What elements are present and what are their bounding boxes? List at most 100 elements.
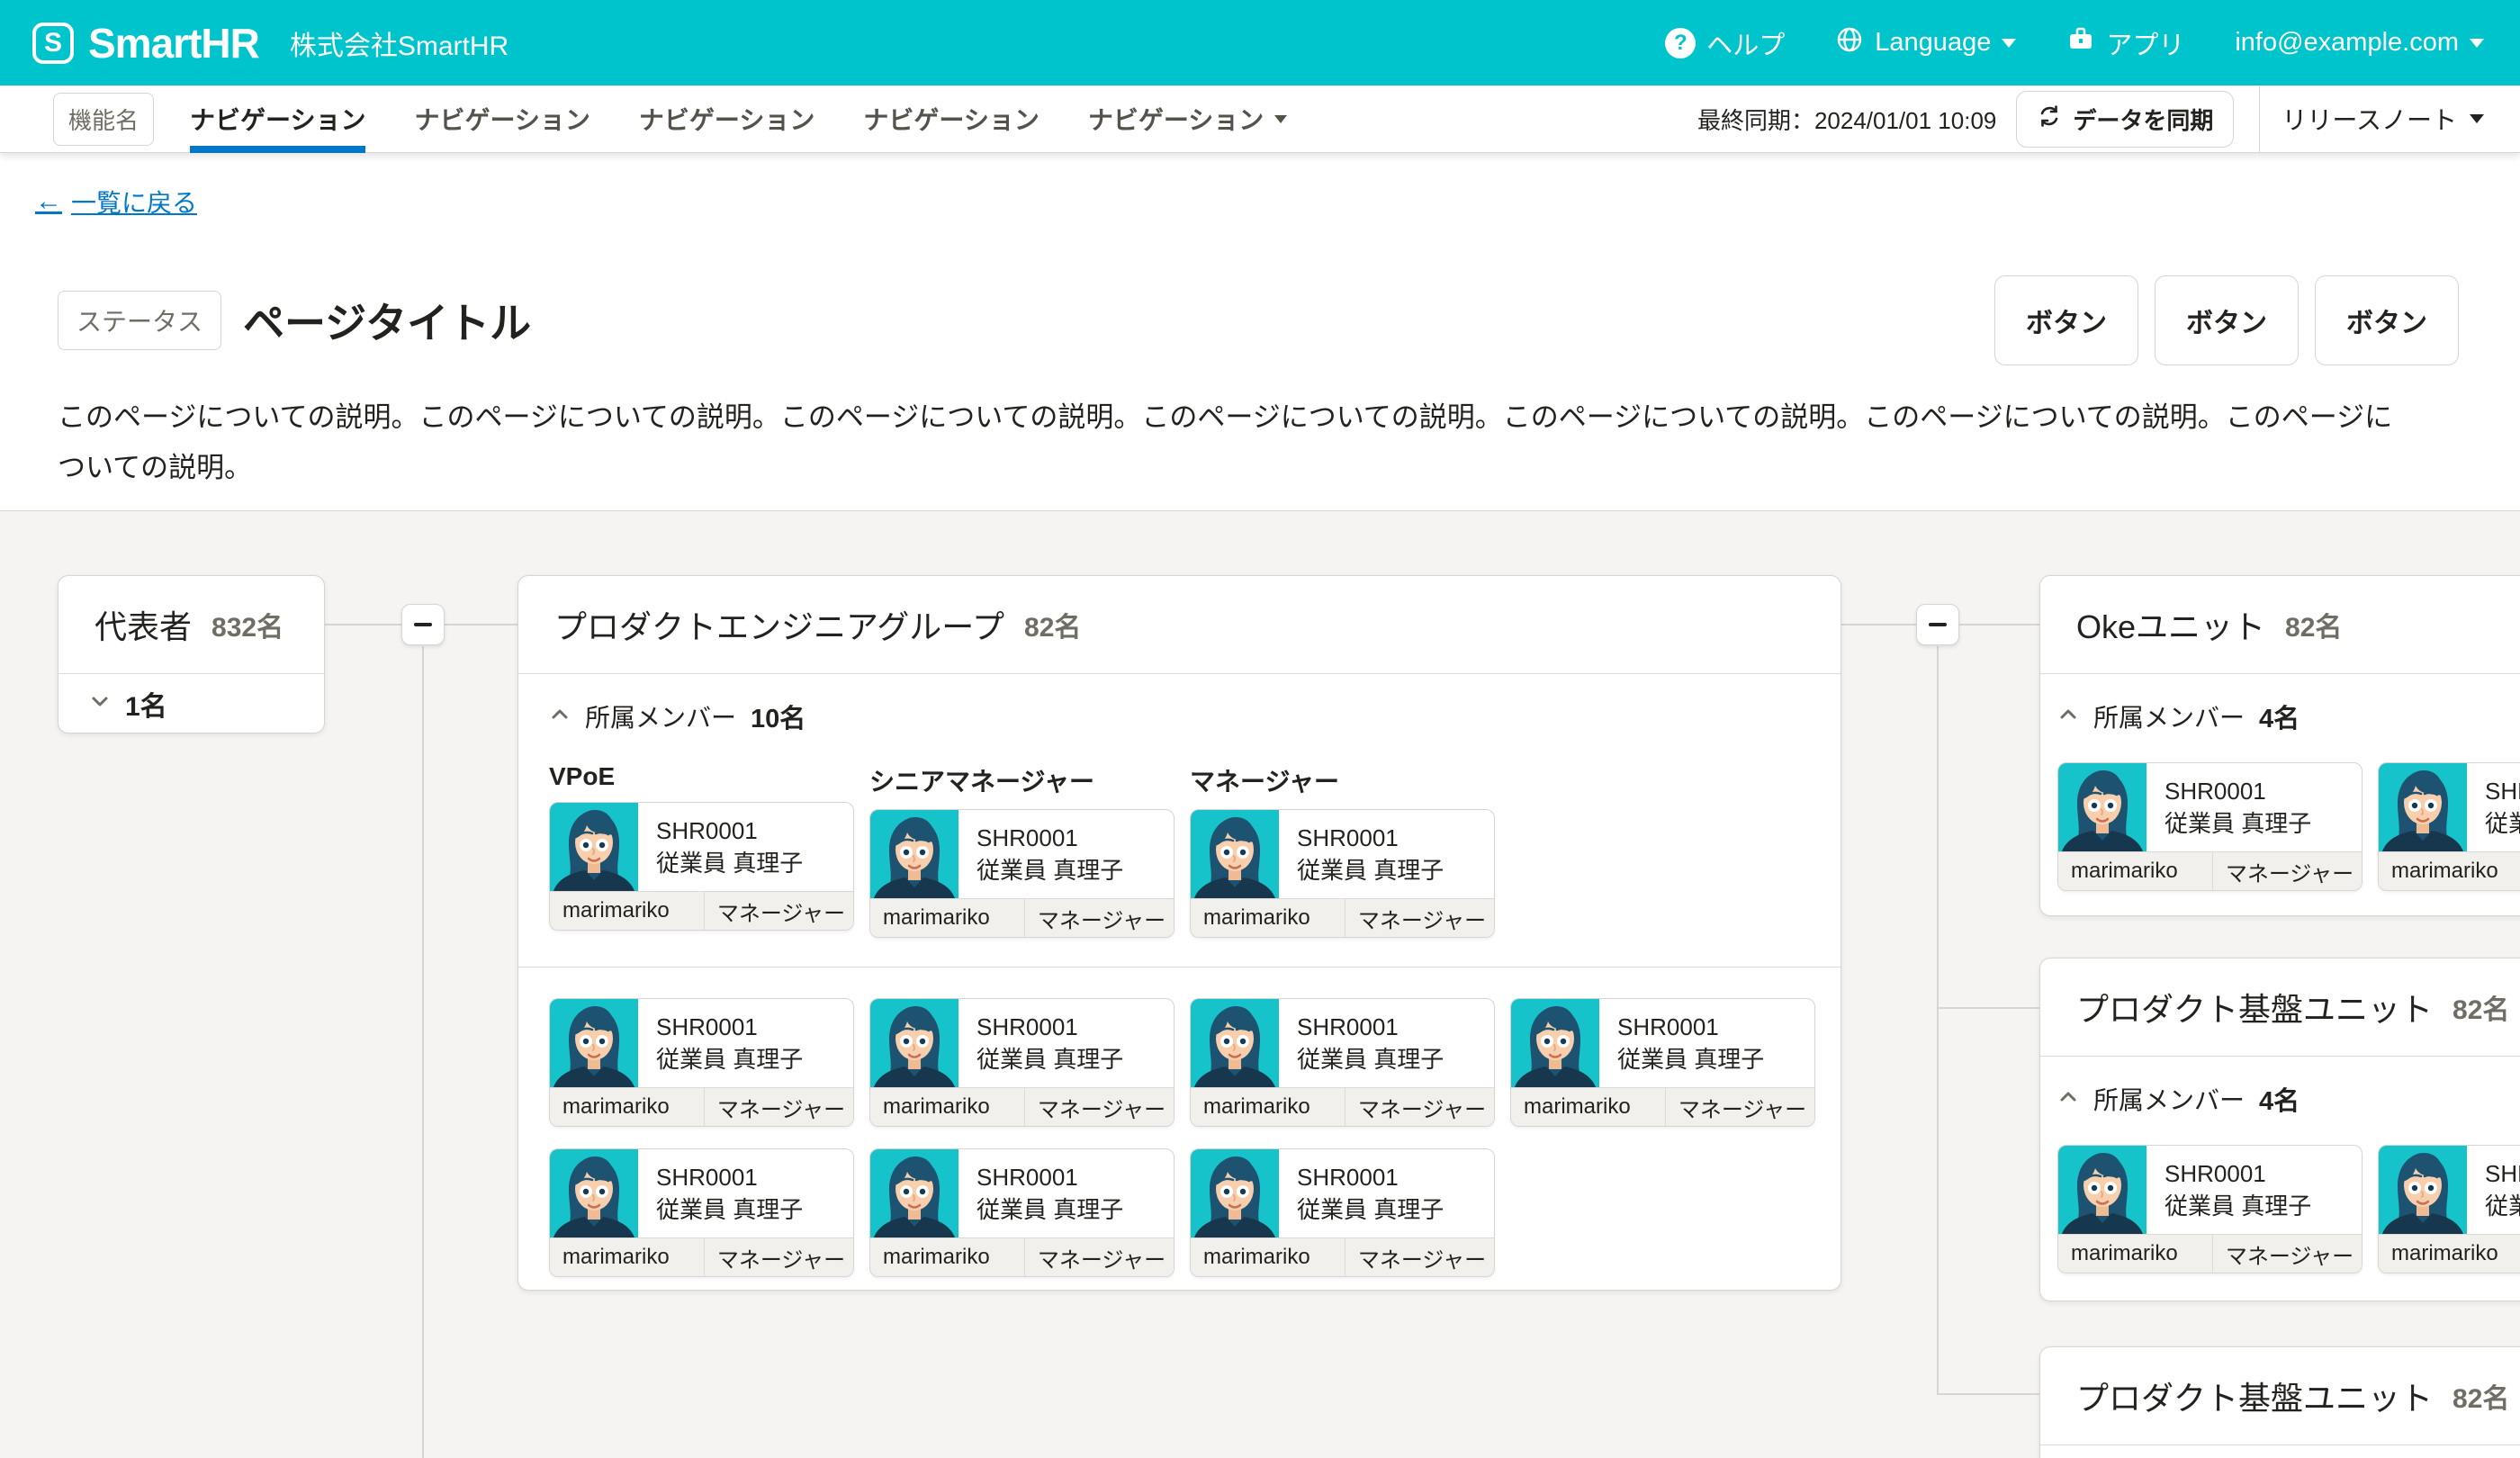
action-button-3[interactable]: ボタン [2315,275,2459,365]
tab-navigation-4[interactable]: ナビゲーション [863,86,1039,153]
employee-id: SHR0001 [1617,1011,1764,1043]
role-member: SHR0001 従業員 真理子 marimariko マネージャー [869,809,1174,938]
employee-card[interactable]: SHR0001 従業員 真理子 marimariko マネージャー [869,1148,1174,1277]
language-label: Language [1875,28,1991,58]
org-node-count: 82名 [1024,605,1081,644]
employee-avatar [1511,999,1599,1087]
minus-icon [414,623,432,626]
employee-card[interactable]: SHR0001 従業員 真理子 marimariko マネージャー [2057,1145,2362,1274]
chevron-up-icon [2057,1086,2079,1112]
role-label: マネージャー [1190,762,1495,798]
action-button-1[interactable]: ボタン [1994,275,2138,365]
employee-username: marimariko [2379,852,2520,890]
members-count: 10名 [751,698,806,735]
role-label: VPoE [549,762,854,791]
employee-role: マネージャー [1025,899,1174,937]
employee-role: マネージャー [1346,899,1494,937]
employee-card[interactable]: SHR0001 従業員 真理子 marimariko マネージャー [2378,762,2520,891]
employee-card[interactable]: SHR0001 従業員 真理子 marimariko マネージャー [1190,809,1495,938]
apps-label: アプリ [2106,24,2184,62]
app-navigation-bar: 機能名 ナビゲーション ナビゲーション ナビゲーション ナビゲーション ナビゲー… [0,86,2520,153]
tab-navigation-3[interactable]: ナビゲーション [639,86,814,153]
tab-label: ナビゲーション [190,101,365,137]
employee-card[interactable]: SHR0001 従業員 真理子 marimariko マネージャー [1190,998,1495,1127]
members-label: 所属メンバー [585,698,736,734]
release-notes-dropdown[interactable]: リリースノート [2260,101,2520,137]
employee-role: マネージャー [1025,1088,1174,1126]
org-node-header: プロダクトエンジニアグループ 82名 [518,576,1840,673]
apps-icon [2066,25,2095,61]
org-node-count: 82名 [2452,987,2509,1027]
org-node-title: Okeユニット [2076,601,2265,648]
members-row: SHR0001 従業員 真理子 marimariko マネージャー [549,998,1810,1127]
members-toggle[interactable]: 所属メンバー 10名 [549,698,1810,735]
language-menu-item[interactable]: Language [1835,25,2016,61]
org-node-unit-2[interactable]: プロダクト基盤ユニット 82名 所属メンバー 4名 [2039,958,2520,1301]
employee-card[interactable]: SHR0001 従業員 真理子 marimariko マネージャー [2057,762,2362,891]
employee-avatar [550,1149,638,1238]
connector-line [1841,624,1916,626]
nav-right-section: 最終同期：2024/01/01 10:09 データを同期 リリースノート [1697,86,2520,152]
smarthr-logo[interactable]: S SmartHR [32,19,259,68]
employee-username: marimariko [2379,1235,2520,1273]
tab-navigation-5[interactable]: ナビゲーション [1088,86,1287,153]
employee-info: SHR0001 従業員 真理子 [638,1149,803,1238]
collapse-branch-button[interactable] [1916,604,1959,645]
sync-data-button[interactable]: データを同期 [2016,91,2234,148]
employee-role: マネージャー [1346,1088,1494,1126]
members-toggle[interactable]: 所属メンバー 4名 [2057,1080,2520,1118]
org-node-unit-3[interactable]: プロダクト基盤ユニット 82名 [2039,1346,2520,1458]
sync-data-button-label: データを同期 [2073,103,2213,136]
account-menu-item[interactable]: info@example.com [2235,28,2484,58]
org-chart-canvas: 代表者 832名 1名 プロダクトエンジニアグループ 82名 [0,511,2520,1458]
employee-card[interactable]: SHR0001 従業員 真理子 marimariko マネージャー [2378,1145,2520,1274]
employee-name: 従業員 真理子 [1297,1193,1444,1226]
action-button-2[interactable]: ボタン [2155,275,2299,365]
members-toggle[interactable]: 所属メンバー 4名 [2057,698,2520,735]
employee-card[interactable]: SHR0001 従業員 真理子 marimariko マネージャー [549,1148,854,1277]
root-members-toggle[interactable]: 1名 [58,674,324,733]
employee-card[interactable]: SHR0001 従業員 真理子 marimariko マネージャー [869,998,1174,1127]
employee-card[interactable]: SHR0001 従業員 真理子 marimariko マネージャー [549,802,854,931]
help-menu-item[interactable]: ? ヘルプ [1665,24,1785,62]
help-icon: ? [1665,28,1696,58]
employee-card[interactable]: SHR0001 従業員 真理子 marimariko マネージャー [1510,998,1815,1127]
org-node-header: プロダクト基盤ユニット 82名 [2040,1347,2520,1444]
role-column: マネージャー [1190,762,1495,938]
org-node-root[interactable]: 代表者 832名 1名 [58,575,325,734]
employee-role: マネージャー [2213,852,2362,890]
app-screen: S SmartHR 株式会社SmartHR ? ヘルプ Language [0,0,2520,1458]
back-to-list-link[interactable]: ← 一覧に戻る [35,184,197,220]
tab-navigation-1[interactable]: ナビゲーション [190,86,365,153]
employee-card-top: SHR0001 従業員 真理子 [550,1149,853,1238]
employee-card[interactable]: SHR0001 従業員 真理子 marimariko マネージャー [549,998,854,1127]
group-members-section: 所属メンバー 10名 VPoE [518,674,1840,967]
org-node-group[interactable]: プロダクトエンジニアグループ 82名 所属メンバー 10名 VPoE [518,575,1841,1291]
employee-role: マネージャー [1666,1088,1814,1126]
org-node-unit-1[interactable]: Okeユニット 82名 所属メンバー 4名 [2039,575,2520,916]
employee-card-top: SHR0001 従業員 真理子 [870,1149,1174,1238]
connector-line [325,624,401,626]
employee-card[interactable]: SHR0001 従業員 真理子 marimariko マネージャー [1190,1148,1495,1277]
connector-line [445,624,518,626]
employee-card-footer: marimariko マネージャー [1511,1087,1814,1126]
employee-card-footer: marimariko マネージャー [550,891,853,930]
employee-id: SHR0001 [976,1011,1123,1043]
tab-navigation-2[interactable]: ナビゲーション [414,86,590,153]
employee-card-footer: marimariko マネージャー [2379,851,2520,890]
collapse-branch-button[interactable] [401,604,445,645]
org-node-title: 代表者 [94,601,192,648]
employee-card[interactable]: SHR0001 従業員 真理子 marimariko マネージャー [869,809,1174,938]
employee-card-footer: marimariko マネージャー [1191,1087,1494,1126]
employee-name: 従業員 真理子 [656,1043,803,1076]
apps-menu-item[interactable]: アプリ [2066,24,2184,62]
employee-role: マネージャー [705,1238,853,1276]
navigation-tabs: ナビゲーション ナビゲーション ナビゲーション ナビゲーション ナビゲーション [190,86,1287,153]
employee-role: マネージャー [705,892,853,930]
employee-id: SHR0001 [2164,1157,2311,1190]
employee-info: SHR0001 従業員 真理子 [2146,1146,2311,1234]
members-count: 4名 [2259,1080,2300,1118]
connector-line [1959,624,2039,626]
chevron-down-icon [2002,39,2016,48]
employee-id: SHR0001 [656,1011,803,1043]
